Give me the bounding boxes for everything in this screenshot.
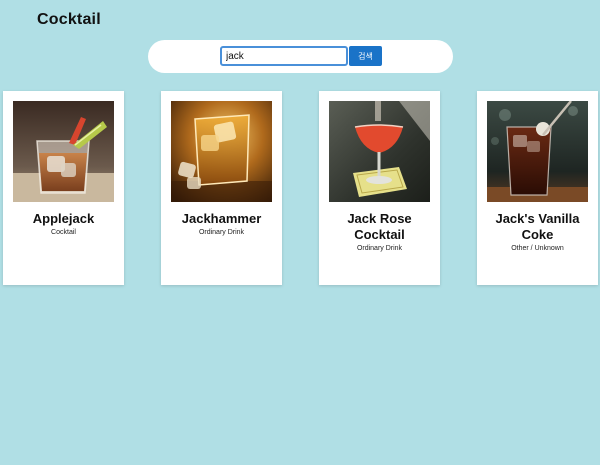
drink-card[interactable]: Jackhammer Ordinary Drink bbox=[161, 91, 282, 285]
drink-card[interactable]: Jack's Vanilla Coke Other / Unknown bbox=[477, 91, 598, 285]
app-title: Cocktail bbox=[37, 11, 101, 28]
vanilla-coke-photo bbox=[487, 101, 588, 202]
drink-category: Ordinary Drink bbox=[198, 229, 245, 236]
drink-name: Jack's Vanilla Coke bbox=[495, 211, 580, 242]
jack-rose-photo bbox=[329, 101, 430, 202]
jackhammer-photo bbox=[171, 101, 272, 202]
drink-card[interactable]: Applejack Cocktail bbox=[3, 91, 124, 285]
drink-category: Other / Unknown bbox=[511, 245, 564, 252]
search-button[interactable]: 검색 bbox=[349, 46, 382, 66]
search-bar: 검색 bbox=[148, 40, 453, 73]
drink-name: Jackhammer bbox=[181, 211, 262, 226]
applejack-photo bbox=[13, 101, 114, 202]
search-input[interactable] bbox=[220, 46, 348, 66]
drink-name: Jack Rose Cocktail bbox=[347, 211, 412, 242]
drink-category: Cocktail bbox=[51, 229, 76, 236]
drink-name: Applejack bbox=[32, 211, 95, 226]
drink-category: Ordinary Drink bbox=[356, 245, 403, 252]
drink-card[interactable]: Jack Rose Cocktail Ordinary Drink bbox=[319, 91, 440, 285]
